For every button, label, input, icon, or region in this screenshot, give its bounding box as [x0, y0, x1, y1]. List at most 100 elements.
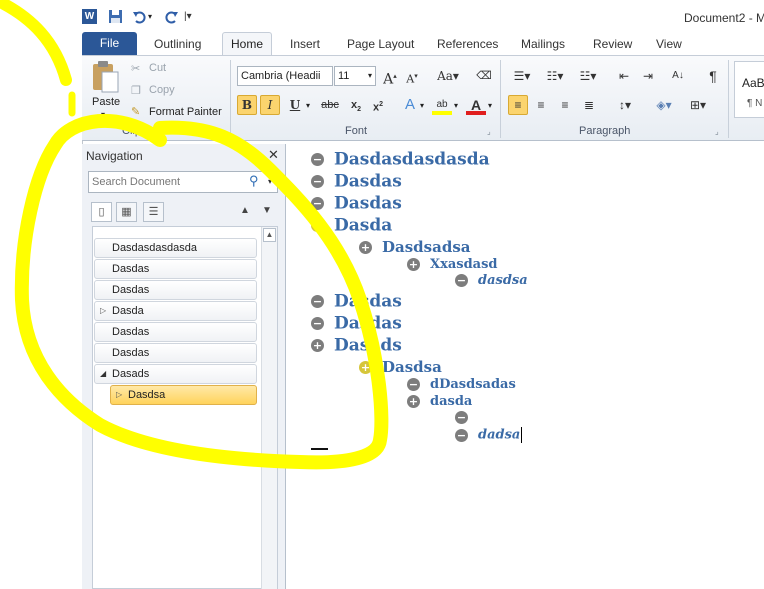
strikethrough-button[interactable]: abc: [318, 95, 342, 115]
shading-icon[interactable]: ◈▾: [650, 95, 678, 115]
nav-heading-item[interactable]: ▷ Dasda: [94, 301, 257, 321]
outline-heading[interactable]: + Dasdsadsa: [359, 237, 470, 256]
nav-heading-item[interactable]: Dasdas: [94, 259, 257, 279]
nav-heading-item[interactable]: Dasdas: [94, 322, 257, 342]
outline-heading[interactable]: − Dasdas: [311, 313, 402, 334]
expand-symbol-icon[interactable]: +: [407, 395, 420, 408]
tab-review[interactable]: Review: [593, 37, 632, 51]
paste-icon[interactable]: [90, 60, 120, 94]
next-heading-icon[interactable]: ▼: [262, 205, 272, 216]
tab-mailings[interactable]: Mailings: [521, 37, 565, 51]
collapse-symbol-icon[interactable]: −: [311, 175, 324, 188]
outline-heading[interactable]: − dadsa: [455, 427, 523, 443]
tab-page-layout[interactable]: Page Layout: [347, 37, 414, 51]
paragraph-launcher-icon[interactable]: ⌟: [715, 127, 719, 136]
collapse-symbol-icon[interactable]: −: [455, 428, 468, 442]
text-effects-icon[interactable]: A: [400, 95, 420, 115]
decrease-indent-icon[interactable]: ⇤: [614, 66, 634, 86]
italic-button[interactable]: I: [260, 95, 280, 115]
undo-icon[interactable]: [132, 9, 147, 24]
collapse-symbol-icon[interactable]: −: [455, 411, 468, 424]
multilevel-list-icon[interactable]: ☳▾: [574, 66, 602, 86]
grow-font-icon[interactable]: A▴: [380, 66, 400, 88]
highlight-color-icon[interactable]: ab: [432, 95, 452, 115]
collapse-symbol-icon[interactable]: −: [311, 153, 324, 166]
outline-heading[interactable]: − Dasdas: [311, 291, 402, 312]
word-logo-icon[interactable]: W: [82, 9, 97, 24]
nav-heading-item[interactable]: Dasdas: [94, 343, 257, 363]
numbering-icon[interactable]: ☷▾: [541, 66, 569, 86]
highlight-dropdown-icon[interactable]: ▾: [454, 101, 458, 110]
cut-button[interactable]: Cut: [149, 62, 166, 74]
copy-button[interactable]: Copy: [149, 84, 175, 96]
browse-results-icon[interactable]: ☰: [143, 202, 164, 222]
change-case-icon[interactable]: Aa▾: [434, 66, 462, 86]
save-icon[interactable]: [108, 9, 123, 24]
shrink-font-icon[interactable]: A▾: [402, 66, 422, 86]
align-left-button[interactable]: ≡: [508, 95, 528, 115]
nav-heading-item[interactable]: ◢ Dasads: [94, 364, 257, 384]
scrollbar[interactable]: ▲: [261, 227, 277, 589]
outline-heading[interactable]: + Dasads: [311, 335, 402, 356]
nav-heading-item[interactable]: Dasdas: [94, 280, 257, 300]
underline-button[interactable]: U: [285, 95, 305, 115]
show-formatting-icon[interactable]: ¶: [703, 66, 723, 86]
outline-heading[interactable]: + Xxasdasd: [407, 257, 498, 272]
outline-heading[interactable]: + Dasda: [311, 215, 392, 236]
collapse-symbol-icon[interactable]: −: [455, 274, 468, 287]
outline-heading[interactable]: − dasdsa: [455, 273, 528, 288]
styles-gallery[interactable]: AaB ¶ N: [734, 61, 764, 118]
font-size-dropdown-icon[interactable]: ▾: [368, 71, 372, 80]
underline-dropdown-icon[interactable]: ▾: [306, 101, 310, 110]
outline-heading[interactable]: − Dasdas: [311, 193, 402, 214]
bullets-icon[interactable]: ☰▾: [508, 66, 536, 86]
collapse-symbol-icon[interactable]: −: [311, 295, 324, 308]
nav-expander-icon[interactable]: ◢: [100, 365, 106, 383]
outline-heading[interactable]: − dDasdsadas: [407, 377, 516, 392]
collapse-symbol-icon[interactable]: −: [407, 378, 420, 391]
subscript-button[interactable]: x2: [346, 95, 366, 115]
collapse-symbol-icon[interactable]: −: [311, 317, 324, 330]
font-name-combo[interactable]: Cambria (Headii: [237, 66, 333, 86]
tab-references[interactable]: References: [437, 37, 498, 51]
increase-indent-icon[interactable]: ⇥: [638, 66, 658, 86]
customize-qat-icon[interactable]: |▾: [184, 9, 194, 24]
outline-heading[interactable]: − Dasdas: [311, 171, 402, 192]
tab-file[interactable]: File: [82, 32, 137, 55]
sort-icon[interactable]: A↓: [668, 66, 688, 86]
expand-symbol-icon[interactable]: +: [311, 219, 324, 232]
nav-heading-item[interactable]: Dasdasdasdasda: [94, 238, 257, 258]
font-launcher-icon[interactable]: ⌟: [487, 127, 491, 136]
superscript-button[interactable]: x2: [368, 95, 388, 115]
text-effects-dropdown-icon[interactable]: ▾: [420, 101, 424, 110]
close-icon[interactable]: ✕: [268, 147, 279, 163]
tab-home[interactable]: Home: [222, 32, 272, 56]
line-spacing-icon[interactable]: ↕▾: [612, 95, 638, 115]
previous-heading-icon[interactable]: ▲: [240, 205, 250, 216]
search-icon[interactable]: ⚲: [249, 173, 259, 189]
paste-dropdown-icon[interactable]: ▾: [101, 110, 105, 119]
font-color-dropdown-icon[interactable]: ▾: [488, 101, 492, 110]
nav-options-icon[interactable]: ▼: [253, 150, 262, 160]
browse-headings-icon[interactable]: ▯: [91, 202, 112, 222]
browse-pages-icon[interactable]: ▦: [116, 202, 137, 222]
redo-icon[interactable]: [164, 9, 179, 24]
justify-button[interactable]: ≣: [579, 95, 599, 115]
paste-button[interactable]: Paste: [92, 96, 120, 108]
align-right-button[interactable]: ≡: [555, 95, 575, 115]
outline-heading[interactable]: + Dasdsa: [359, 357, 442, 376]
tab-insert[interactable]: Insert: [290, 37, 320, 51]
nav-heading-item-selected[interactable]: ▷ Dasdsa: [110, 385, 257, 405]
scroll-up-icon[interactable]: ▲: [263, 228, 276, 242]
expand-symbol-icon[interactable]: +: [359, 360, 372, 374]
font-color-icon[interactable]: A: [466, 95, 486, 115]
expand-symbol-icon[interactable]: +: [407, 258, 420, 271]
tab-outlining[interactable]: Outlining: [154, 37, 201, 51]
search-dropdown-icon[interactable]: ▾: [268, 177, 272, 186]
clear-formatting-icon[interactable]: ⌫: [474, 66, 494, 86]
clipboard-launcher-icon[interactable]: ⌟: [218, 127, 222, 136]
collapse-symbol-icon[interactable]: −: [311, 197, 324, 210]
expand-symbol-icon[interactable]: +: [359, 240, 372, 254]
nav-expander-icon[interactable]: ▷: [116, 386, 122, 404]
nav-expander-icon[interactable]: ▷: [100, 302, 106, 320]
